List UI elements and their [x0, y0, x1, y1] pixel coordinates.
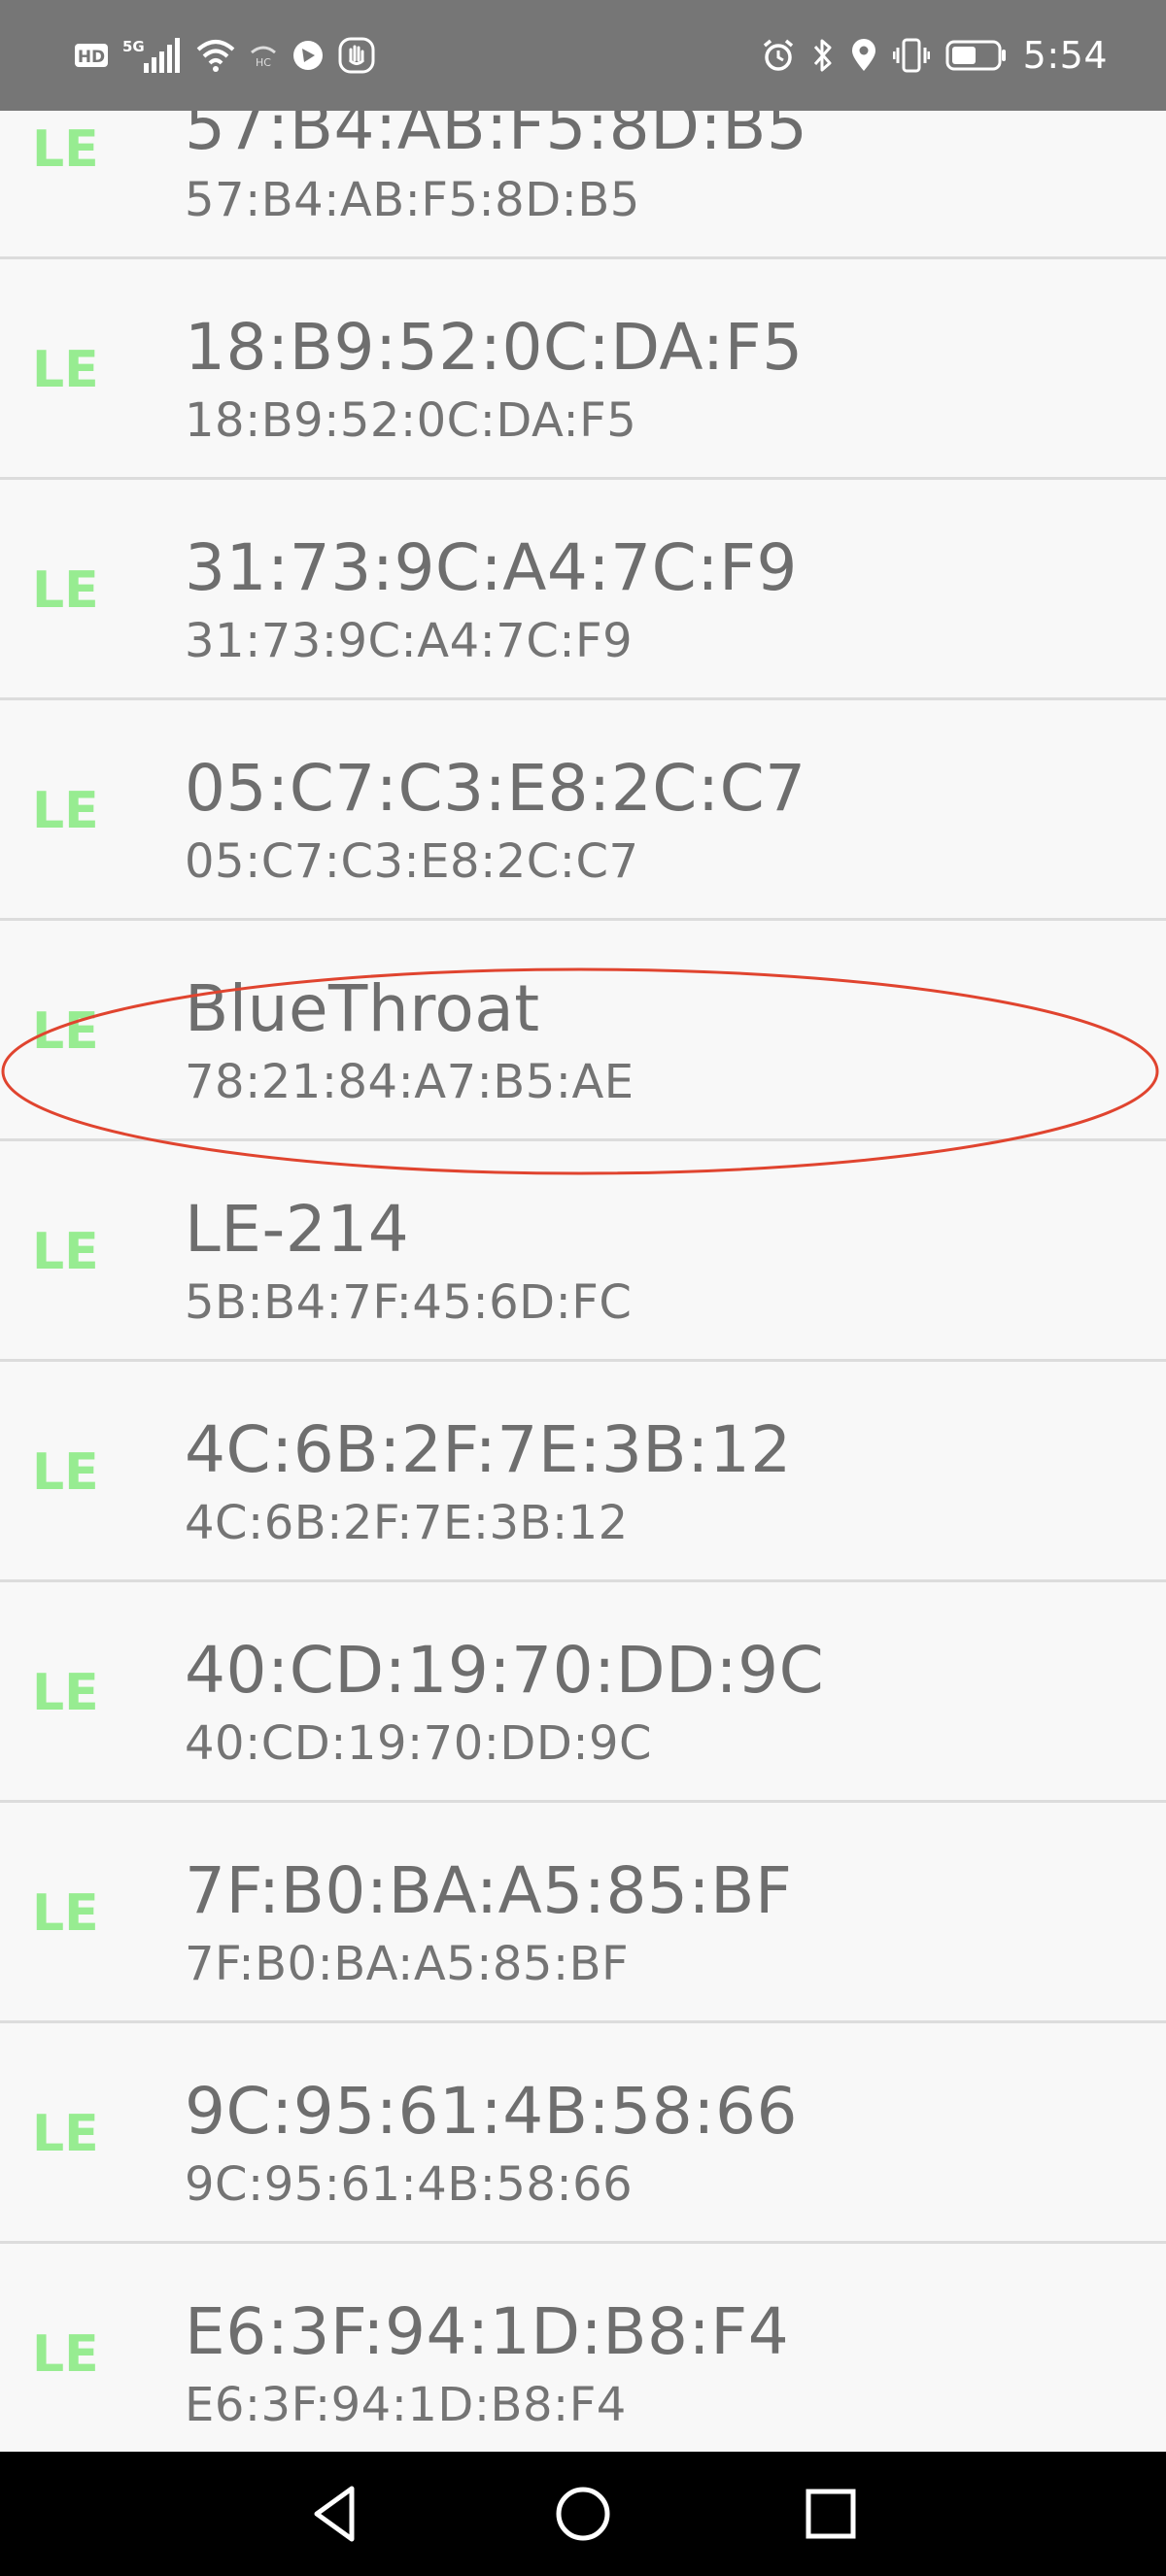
device-address: 5B:B4:7F:45:6D:FC [185, 1275, 633, 1330]
5g-signal-icon: 5G [122, 36, 183, 75]
device-row[interactable]: LE 40:CD:19:70:DD:9C 40:CD:19:70:DD:9C [0, 1582, 1166, 1803]
status-right-icons: 5:54 [761, 34, 1108, 77]
device-row[interactable]: LE 4C:6B:2F:7E:3B:12 4C:6B:2F:7E:3B:12 [0, 1362, 1166, 1582]
app-icon [292, 39, 325, 72]
device-address: 57:B4:AB:F5:8D:B5 [185, 173, 640, 227]
le-badge: LE [32, 1222, 99, 1281]
device-name: 9C:95:61:4B:58:66 [185, 2074, 798, 2149]
device-name: 18:B9:52:0C:DA:F5 [185, 310, 804, 385]
le-badge: LE [32, 1442, 99, 1502]
device-name: 31:73:9C:A4:7C:F9 [185, 530, 798, 605]
navigation-bar [0, 2452, 1166, 2576]
hand-icon [338, 37, 375, 74]
device-address: 31:73:9C:A4:7C:F9 [185, 614, 634, 668]
device-name: 57:B4:AB:F5:8D:B5 [185, 111, 808, 164]
bluetooth-icon [811, 37, 835, 74]
device-row[interactable]: LE BlueThroat 78:21:84:A7:B5:AE [0, 921, 1166, 1141]
device-row[interactable]: LE 18:B9:52:0C:DA:F5 18:B9:52:0C:DA:F5 [0, 259, 1166, 480]
status-bar: HD 5G HC 5:54 [0, 0, 1166, 111]
le-badge: LE [32, 2324, 99, 2384]
device-address: E6:3F:94:1D:B8:F4 [185, 2378, 627, 2432]
le-badge: LE [32, 340, 99, 399]
alarm-icon [761, 38, 796, 73]
device-address: 7F:B0:BA:A5:85:BF [185, 1937, 630, 1991]
device-name: 4C:6B:2F:7E:3B:12 [185, 1412, 792, 1487]
hc-icon: HC [249, 41, 278, 70]
device-list[interactable]: LE 57:B4:AB:F5:8D:B5 57:B4:AB:F5:8D:B5 LE 18… [0, 111, 1166, 2452]
device-name: LE-214 [185, 1192, 410, 1267]
battery-icon [945, 39, 1008, 72]
svg-text:HC: HC [256, 56, 271, 69]
device-name: 7F:B0:BA:A5:85:BF [185, 1853, 793, 1928]
device-name: 05:C7:C3:E8:2C:C7 [185, 751, 806, 826]
le-badge: LE [32, 1663, 99, 1722]
back-icon [314, 2486, 355, 2542]
device-row[interactable]: LE 05:C7:C3:E8:2C:C7 05:C7:C3:E8:2C:C7 [0, 700, 1166, 921]
hd-icon: HD [74, 41, 109, 70]
device-name: 40:CD:19:70:DD:9C [185, 1633, 825, 1708]
device-list-scroll: LE 57:B4:AB:F5:8D:B5 57:B4:AB:F5:8D:B5 LE 18… [0, 111, 1166, 2452]
device-row[interactable]: LE LE-214 5B:B4:7F:45:6D:FC [0, 1141, 1166, 1362]
le-badge: LE [32, 119, 99, 179]
device-name: BlueThroat [185, 971, 540, 1046]
device-address: 05:C7:C3:E8:2C:C7 [185, 834, 639, 889]
le-badge: LE [32, 1883, 99, 1943]
recents-icon [806, 2489, 856, 2539]
device-address: 18:B9:52:0C:DA:F5 [185, 393, 637, 448]
location-icon [850, 38, 877, 73]
device-address: 78:21:84:A7:B5:AE [185, 1055, 634, 1109]
back-button[interactable] [258, 2452, 414, 2576]
device-row[interactable]: LE 7F:B0:BA:A5:85:BF 7F:B0:BA:A5:85:BF [0, 1803, 1166, 2023]
le-badge: LE [32, 781, 99, 840]
svg-text:5G: 5G [122, 38, 145, 55]
home-button[interactable] [505, 2452, 661, 2576]
svg-text:HD: HD [78, 48, 105, 67]
recents-button[interactable] [753, 2452, 909, 2576]
clock: 5:54 [1022, 34, 1108, 77]
device-address: 9C:95:61:4B:58:66 [185, 2157, 634, 2212]
device-address: 4C:6B:2F:7E:3B:12 [185, 1496, 629, 1550]
device-row[interactable]: LE 31:73:9C:A4:7C:F9 31:73:9C:A4:7C:F9 [0, 480, 1166, 700]
le-badge: LE [32, 560, 99, 620]
device-row[interactable]: LE E6:3F:94:1D:B8:F4 E6:3F:94:1D:B8:F4 [0, 2244, 1166, 2452]
home-icon [556, 2487, 610, 2541]
device-name: E6:3F:94:1D:B8:F4 [185, 2294, 790, 2369]
device-row[interactable]: LE 9C:95:61:4B:58:66 9C:95:61:4B:58:66 [0, 2023, 1166, 2244]
wifi-icon [196, 38, 235, 73]
status-left-icons: HD 5G HC [74, 36, 375, 75]
device-row[interactable]: LE 57:B4:AB:F5:8D:B5 57:B4:AB:F5:8D:B5 [0, 111, 1166, 259]
le-badge: LE [32, 2104, 99, 2163]
le-badge: LE [32, 1001, 99, 1061]
vibrate-icon [892, 38, 930, 73]
device-address: 40:CD:19:70:DD:9C [185, 1716, 653, 1771]
